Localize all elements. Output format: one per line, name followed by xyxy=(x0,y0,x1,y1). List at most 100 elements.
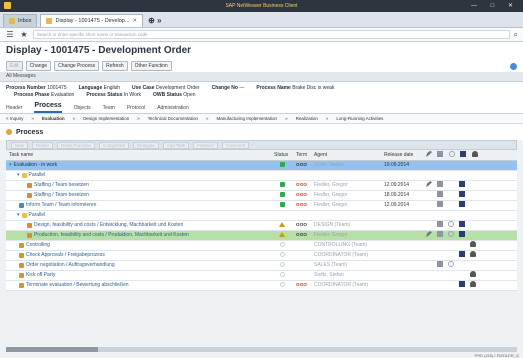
user-icon[interactable] xyxy=(470,241,476,247)
task-name[interactable]: Inform Team / Team informieren xyxy=(26,202,96,208)
user-icon[interactable] xyxy=(470,271,476,277)
task-name-cell[interactable]: Terminate evaluation / Bewertung abschli… xyxy=(6,280,271,291)
grid-add-task-button[interactable]: Add Task xyxy=(162,141,190,149)
other-function-button[interactable]: Other Function xyxy=(130,61,172,71)
expand-icon[interactable]: ▾ xyxy=(17,212,20,218)
task-name-cell[interactable]: ▾ Parallel xyxy=(6,170,271,181)
col-release-date[interactable]: Release date xyxy=(381,150,423,161)
expand-icon[interactable]: ▾ xyxy=(17,172,20,178)
grid-detail-function-button[interactable]: Detail Function xyxy=(57,141,96,149)
task-name[interactable]: Evaluation - in work xyxy=(14,162,58,168)
task-name[interactable]: Parallel xyxy=(29,172,46,178)
document-icon[interactable] xyxy=(437,221,443,227)
grid-icon[interactable] xyxy=(459,281,465,287)
table-row[interactable]: Controlling CONTROLLING (Team) xyxy=(6,240,517,251)
document-icon[interactable] xyxy=(437,181,443,187)
agent-cell[interactable]: COORDINATOR (Team) xyxy=(311,280,381,291)
close-icon[interactable]: ✕ xyxy=(132,18,137,24)
message-bar[interactable]: All Messages xyxy=(0,72,523,82)
command-field[interactable]: Search or enter specific short name or t… xyxy=(33,30,510,39)
menu-icon[interactable]: ☰ xyxy=(5,30,15,39)
task-name[interactable]: Parallel xyxy=(29,212,46,218)
agent-cell[interactable]: CONTROLLING (Team) xyxy=(311,240,381,251)
agent-cell[interactable] xyxy=(311,170,381,181)
tab-administration[interactable]: Administration xyxy=(157,105,189,113)
task-name-cell[interactable]: Design, feasibility and costs / Entwickl… xyxy=(6,220,271,231)
phase-realization[interactable]: Realization xyxy=(296,116,318,121)
edit-button[interactable]: Edit xyxy=(6,61,23,71)
edit-icon[interactable] xyxy=(426,181,432,187)
grid-delegate-button[interactable]: Delegate xyxy=(132,141,159,149)
agent-cell[interactable]: Fiedler, Gregor xyxy=(311,200,381,211)
agent-cell[interactable]: Fiedler, Gregor xyxy=(311,190,381,201)
phase-manufacturing-implementation[interactable]: Manufacturing Implementation xyxy=(217,116,278,121)
task-name[interactable]: Design, feasibility and costs / Entwickl… xyxy=(34,222,183,228)
task-name-cell[interactable]: Inform Team / Team informieren xyxy=(6,200,271,211)
settings-icon[interactable] xyxy=(510,62,517,70)
task-name-cell[interactable]: Kick off Party xyxy=(6,270,271,281)
edit-icon[interactable] xyxy=(426,231,432,237)
tab-team[interactable]: Team xyxy=(103,105,115,113)
task-name[interactable]: Order negotiation / Auftragsverhandlung xyxy=(26,262,115,268)
change-button[interactable]: Change xyxy=(25,61,52,71)
agent-cell[interactable]: Stoltz, Stefan xyxy=(311,160,381,171)
task-name[interactable]: Production, feasibility and costs / Prod… xyxy=(34,232,189,238)
phase-technical-documentation[interactable]: Technical Documentation xyxy=(148,116,198,121)
tab-display-order[interactable]: Display - 1001475 - Develop... ✕ xyxy=(40,14,144,27)
document-icon[interactable] xyxy=(437,231,443,237)
task-name-cell[interactable]: Production, feasibility and costs / Prod… xyxy=(6,230,271,241)
task-name-cell[interactable]: ▾ Evaluation - in work xyxy=(6,160,271,171)
col-term[interactable]: Term xyxy=(293,150,311,161)
task-name[interactable]: Staffing / Team besetzen xyxy=(34,182,89,188)
col-task-name[interactable]: Task name xyxy=(6,150,271,161)
grid-icon[interactable] xyxy=(459,221,465,227)
grid-icon[interactable] xyxy=(459,231,465,237)
change-process-button[interactable]: Change Process xyxy=(54,61,100,71)
attachment-icon[interactable] xyxy=(448,231,454,237)
task-name[interactable]: Controlling xyxy=(26,242,50,248)
agent-cell[interactable]: COORDINATOR (Team) xyxy=(311,250,381,261)
tab-header[interactable]: Header xyxy=(6,105,22,113)
tab-inbox[interactable]: Inbox xyxy=(3,14,38,27)
grid-icon[interactable] xyxy=(459,181,465,187)
task-name-cell[interactable]: Staffing / Team besetzen xyxy=(6,180,271,191)
search-icon[interactable]: ⌕ xyxy=(514,30,518,40)
tab-objects[interactable]: Objects xyxy=(74,105,91,113)
table-row[interactable]: Design, feasibility and costs / Entwickl… xyxy=(6,220,517,231)
task-name-cell[interactable]: Check Approvals / Freigabeprozess xyxy=(6,250,271,261)
user-icon[interactable] xyxy=(470,281,476,287)
grid-completed-button[interactable]: Completed xyxy=(99,141,129,149)
tab-navigation[interactable]: ⊕ » xyxy=(146,16,163,27)
grid-icon[interactable] xyxy=(459,251,465,257)
grid-new-button[interactable]: New xyxy=(11,141,29,149)
task-name-cell[interactable]: Order negotiation / Auftragsverhandlung xyxy=(6,260,271,271)
agent-cell[interactable]: DESIGN (Team) xyxy=(311,220,381,231)
star-icon[interactable]: ★ xyxy=(19,30,29,39)
tab-protocol[interactable]: Protocol xyxy=(127,105,145,113)
grid-delete-button[interactable]: Delete xyxy=(32,141,54,149)
task-name-cell[interactable]: Controlling xyxy=(6,240,271,251)
agent-cell[interactable]: Fiedler, Gregor xyxy=(311,230,381,241)
task-name-cell[interactable]: Staffing / Team besetzen xyxy=(6,190,271,201)
table-row[interactable]: ▾ Parallel xyxy=(6,170,517,181)
scrollbar-thumb[interactable] xyxy=(6,347,98,352)
table-row[interactable]: Staffing / Team besetzen OOO Fiedler, Greg… xyxy=(6,190,517,201)
agent-cell[interactable] xyxy=(311,210,381,221)
task-name[interactable]: Check Approvals / Freigabeprozess xyxy=(26,252,105,258)
document-icon[interactable] xyxy=(437,201,443,207)
table-row[interactable]: Inform Team / Team informieren OOO Fiedler… xyxy=(6,200,517,211)
agent-cell[interactable]: SALES (Team) xyxy=(311,260,381,271)
document-icon[interactable] xyxy=(437,261,443,267)
grid-comment-button[interactable]: Comment xyxy=(221,141,250,149)
task-name[interactable]: Staffing / Team besetzen xyxy=(34,192,89,198)
horizontal-scrollbar[interactable] xyxy=(6,347,517,352)
tab-process[interactable]: Process xyxy=(34,102,62,113)
col-status[interactable]: Status xyxy=(271,150,293,161)
grid-icon[interactable] xyxy=(459,201,465,207)
attachment-icon[interactable] xyxy=(448,261,454,267)
agent-cell[interactable]: Stoltz, Stefan xyxy=(311,270,381,281)
table-row[interactable]: Production, feasibility and costs / Prod… xyxy=(6,230,517,241)
table-row[interactable]: Order negotiation / Auftragsverhandlung S… xyxy=(6,260,517,271)
task-name[interactable]: Terminate evaluation / Bewertung abschli… xyxy=(26,282,129,288)
user-icon[interactable] xyxy=(470,251,476,257)
